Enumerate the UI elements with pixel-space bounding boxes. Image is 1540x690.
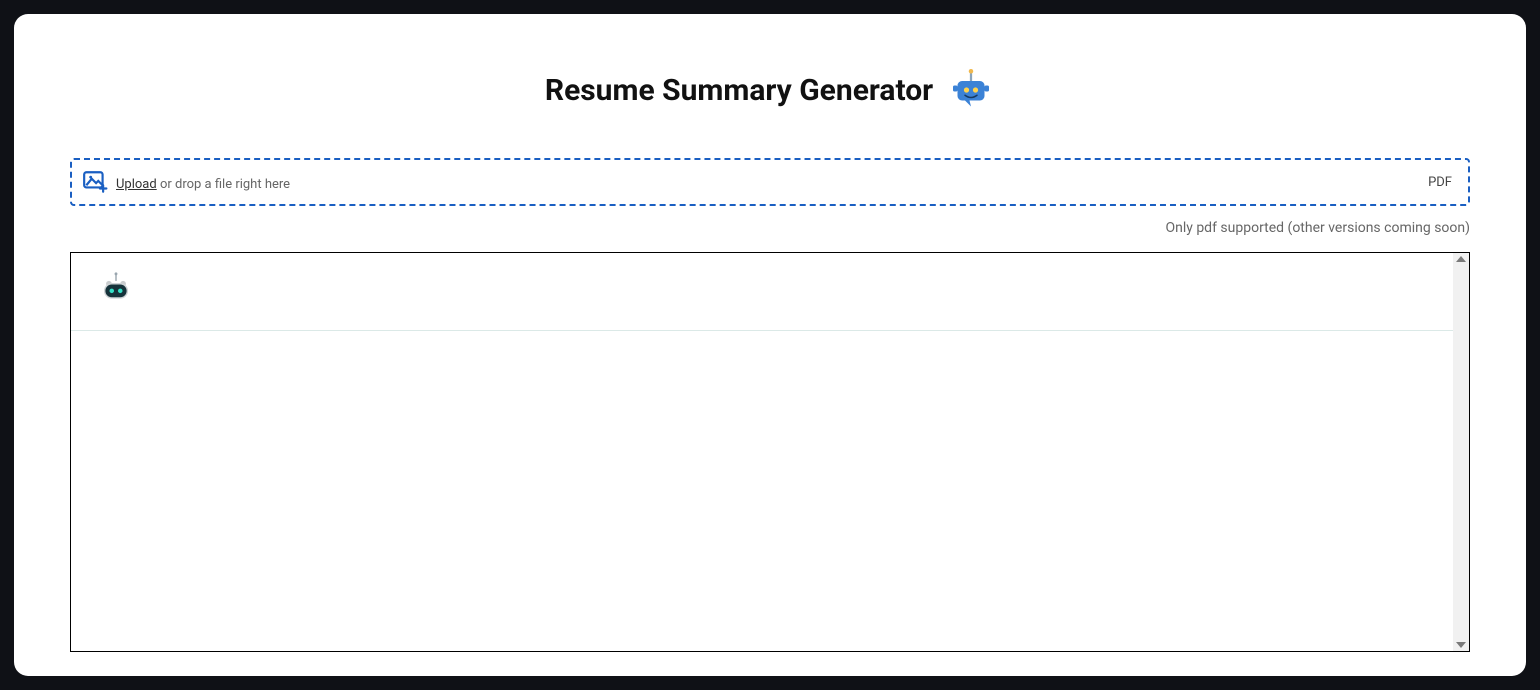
scroll-down-icon [1456, 642, 1466, 648]
bot-avatar-icon [99, 271, 133, 305]
chat-area [70, 252, 1470, 652]
helper-row: Only pdf supported (other versions comin… [70, 220, 1470, 236]
upload-link[interactable]: Upload [116, 177, 157, 192]
chat-empty-space [71, 331, 1453, 651]
chat-scroll[interactable] [71, 253, 1453, 651]
page-title: Resume Summary Generator [545, 73, 933, 108]
robot-chat-icon [947, 66, 995, 114]
file-dropzone[interactable]: Upload or drop a file right here PDF [70, 158, 1470, 206]
helper-text: Only pdf supported (other versions comin… [1165, 220, 1470, 236]
app-card: Resume Summary Generator [14, 14, 1526, 676]
scrollbar[interactable] [1453, 253, 1469, 651]
chat-message-row [71, 253, 1453, 331]
image-upload-icon [82, 169, 108, 195]
title-row: Resume Summary Generator [70, 66, 1470, 114]
dropzone-left: Upload or drop a file right here [82, 169, 1420, 195]
dropzone-hint: or drop a file right here [157, 177, 290, 192]
scroll-up-icon [1456, 256, 1466, 262]
accepted-type-badge: PDF [1428, 175, 1458, 190]
